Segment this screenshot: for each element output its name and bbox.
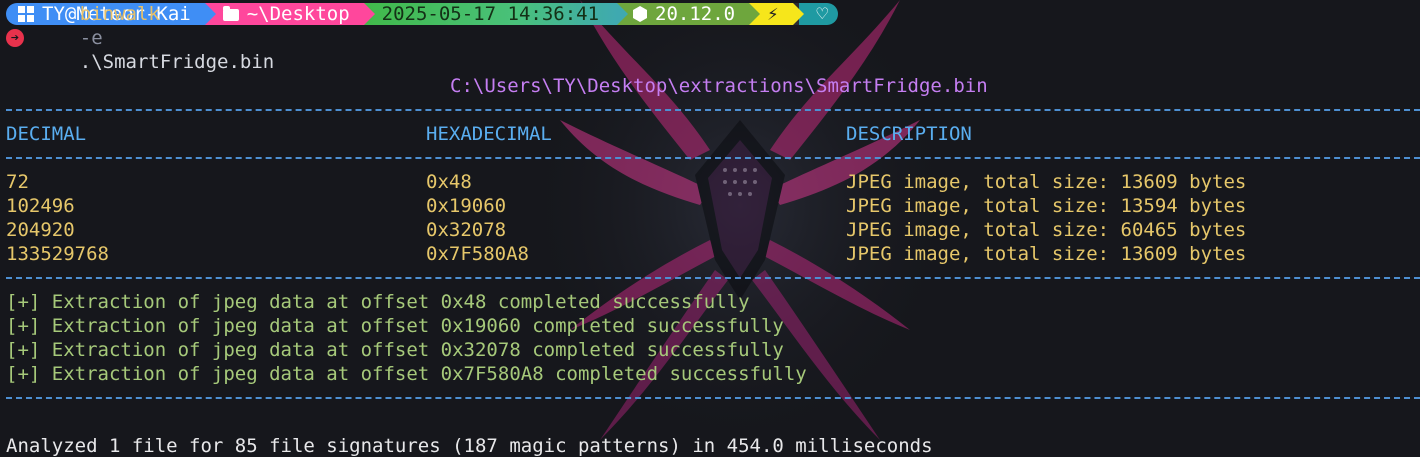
divider — [6, 109, 1420, 111]
windows-icon — [18, 6, 34, 22]
prompt-time-segment: 2025-05-17 14:36:41 — [363, 3, 629, 25]
hex-cell: 0x48 — [426, 171, 472, 193]
arrow-right-icon: ➔ — [6, 29, 24, 47]
hex-cell: 0x32078 — [426, 219, 507, 241]
target-file-path: C:\Users\TY\Desktop\extractions\SmartFri… — [450, 75, 988, 97]
decimal-cell: 204920 — [6, 219, 75, 241]
divider — [6, 277, 1420, 279]
decimal-cell: 102496 — [6, 195, 75, 217]
decimal-cell: 133529768 — [6, 243, 109, 265]
prompt-node-segment: 20.12.0 — [617, 3, 761, 25]
decimal-cell: 72 — [6, 171, 29, 193]
command-name: binwalk — [79, 3, 160, 25]
command-flag: -e — [79, 27, 103, 49]
nodejs-icon — [633, 6, 648, 22]
description-cell: JPEG image, total size: 13594 bytes — [846, 195, 1247, 217]
extraction-message: [+] Extraction of jpeg data at offset 0x… — [6, 339, 784, 361]
prompt-datetime: 2025-05-17 14:36:41 — [381, 3, 600, 25]
lightning-icon: ⚡ — [767, 3, 779, 25]
header-description: DESCRIPTION — [846, 123, 972, 145]
command-line: ➔ binwalk -e .\SmartFridge.bin — [6, 3, 274, 73]
prompt-node-version: 20.12.0 — [655, 3, 736, 25]
header-decimal: DECIMAL — [6, 123, 87, 145]
prompt-heart-segment: ♡ — [798, 3, 838, 25]
extraction-message: [+] Extraction of jpeg data at offset 0x… — [6, 315, 784, 337]
command-argument: .\SmartFridge.bin — [79, 51, 275, 73]
description-cell: JPEG image, total size: 60465 bytes — [846, 219, 1247, 241]
divider — [6, 157, 1420, 159]
header-hexadecimal: HEXADECIMAL — [426, 123, 552, 145]
hex-cell: 0x19060 — [426, 195, 507, 217]
description-cell: JPEG image, total size: 13609 bytes — [846, 171, 1247, 193]
hex-cell: 0x7F580A8 — [426, 243, 529, 265]
extraction-message: [+] Extraction of jpeg data at offset 0x… — [6, 291, 750, 313]
divider — [6, 397, 1420, 399]
analysis-summary: Analyzed 1 file for 85 file signatures (… — [6, 435, 933, 457]
description-cell: JPEG image, total size: 13609 bytes — [846, 243, 1247, 265]
heart-icon: ♡ — [816, 3, 828, 25]
extraction-message: [+] Extraction of jpeg data at offset 0x… — [6, 363, 807, 385]
